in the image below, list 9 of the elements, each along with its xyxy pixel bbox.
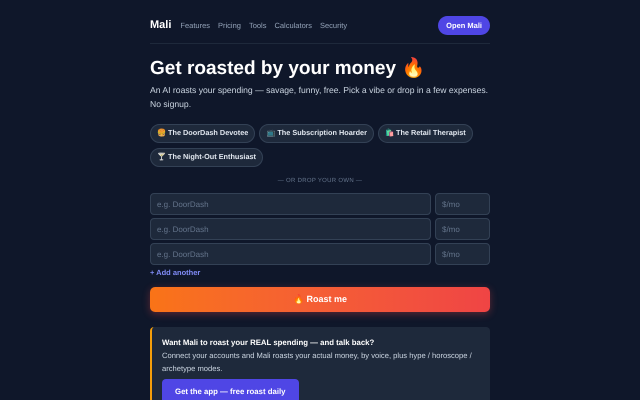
expense-name-field[interactable]: e.g. DoorDash (150, 193, 431, 215)
page-title: Get roasted by your money 🔥 (150, 57, 426, 81)
expense-name-field[interactable]: e.g. DoorDash (150, 218, 431, 240)
brand-logo[interactable]: Mali (150, 17, 172, 34)
expense-name-field[interactable]: e.g. DoorDash (150, 243, 431, 265)
page-subtitle: An AI roasts your spending — savage, funny, free. Pick a vibe or drop in a few expenses. No signup. (150, 84, 490, 111)
amount-field[interactable]: $/mo (435, 193, 490, 215)
amount-field[interactable]: $/mo (435, 243, 490, 265)
amount-field[interactable]: $/mo (435, 218, 490, 240)
